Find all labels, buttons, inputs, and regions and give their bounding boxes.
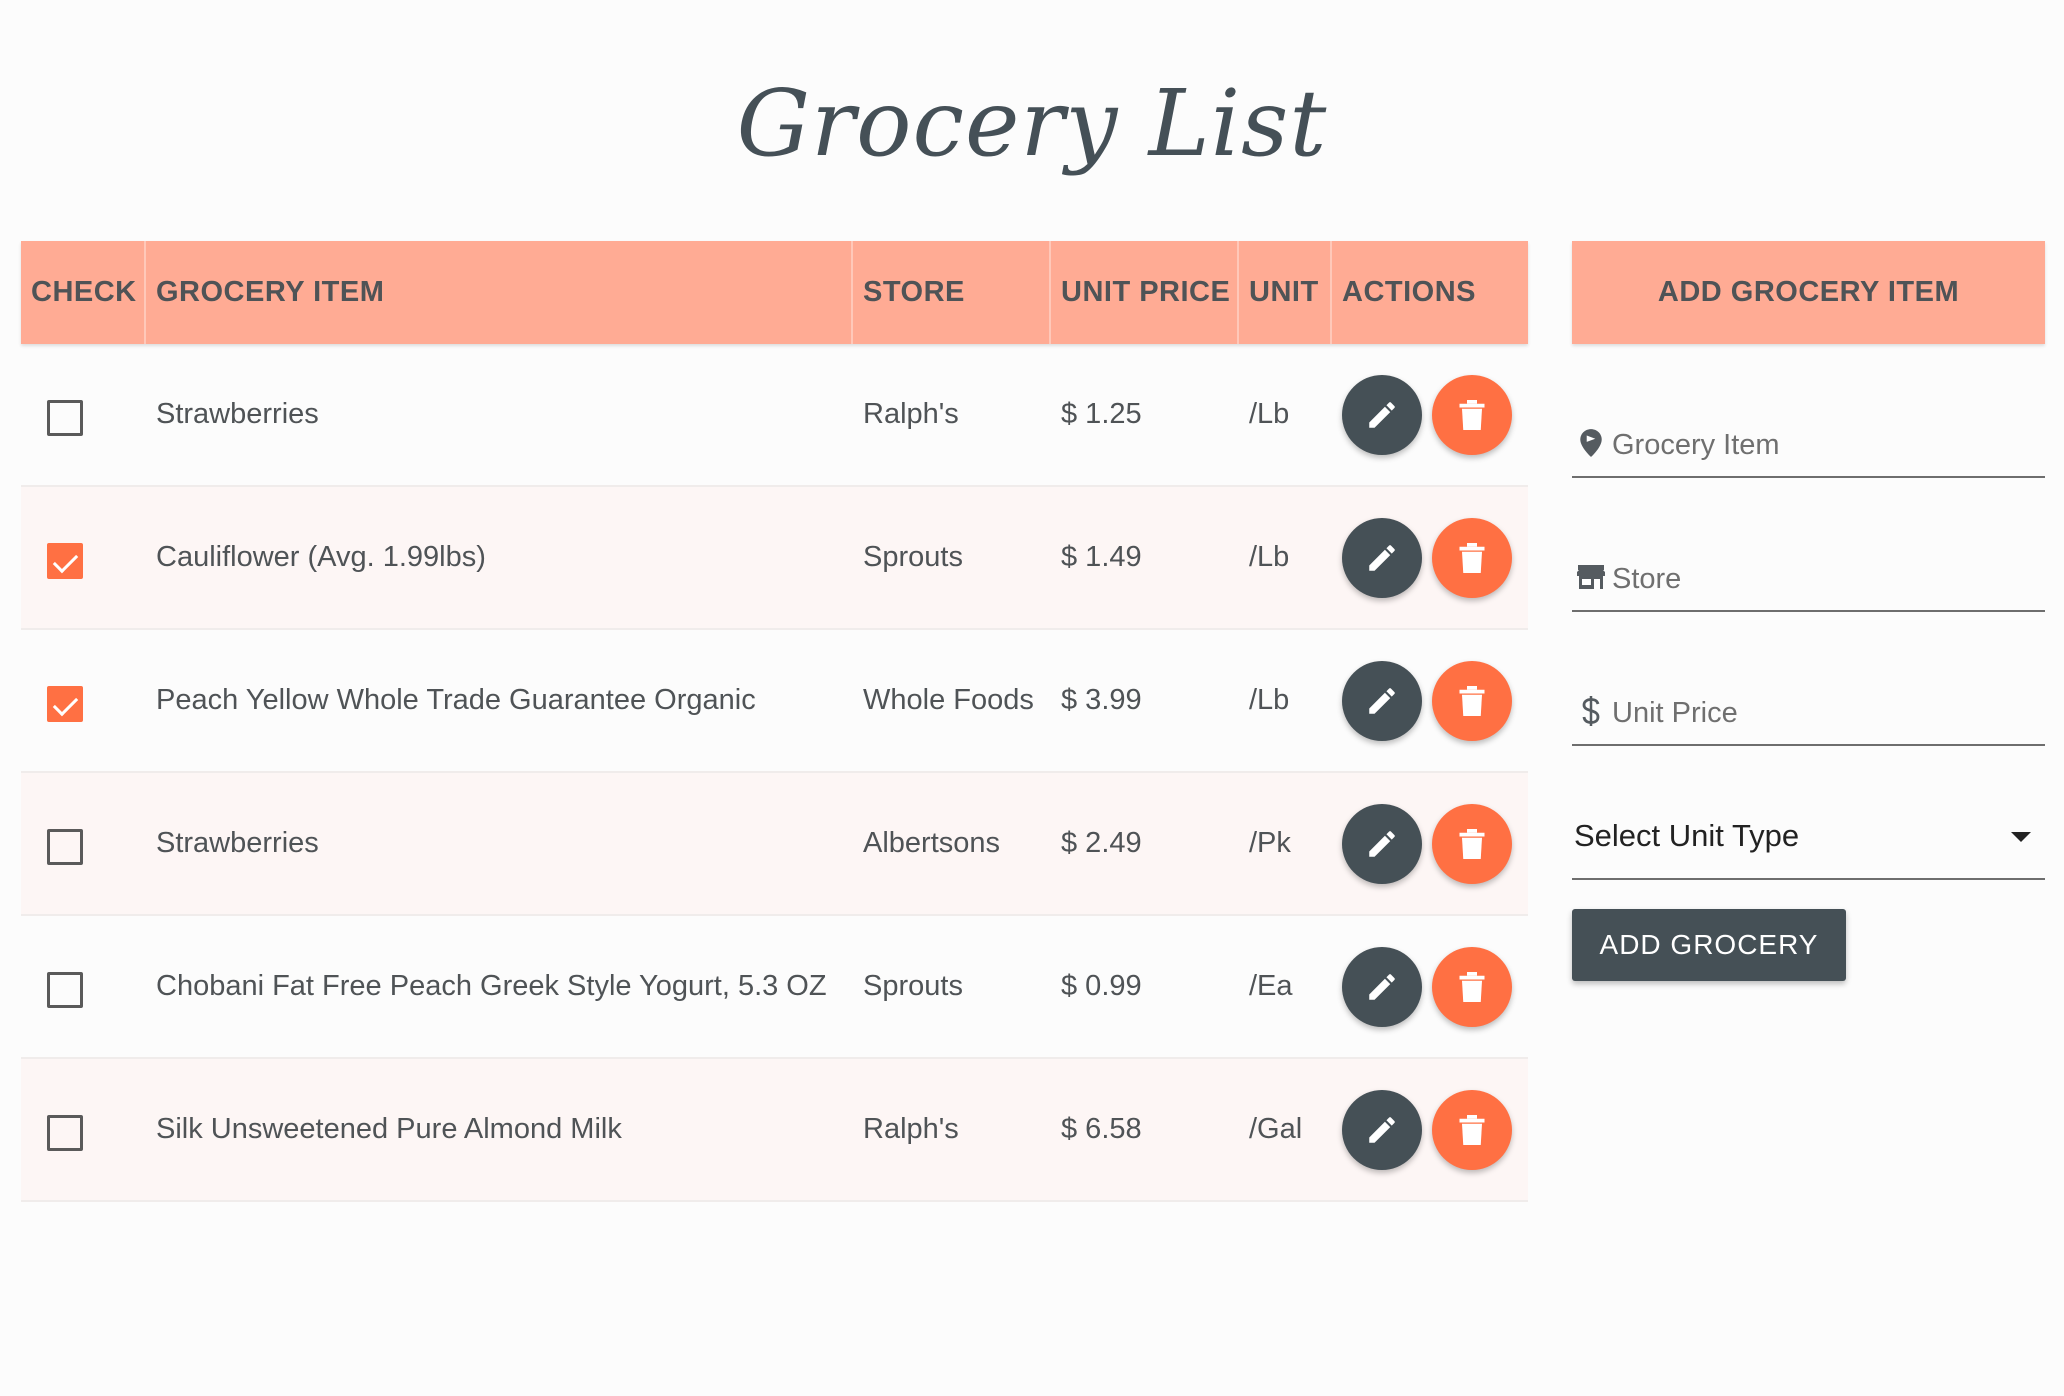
trash-icon xyxy=(1457,684,1487,718)
store-cell: Ralph's xyxy=(863,398,959,430)
unit-price-cell: $ 1.49 xyxy=(1061,541,1142,573)
dropdown-arrow-icon xyxy=(2011,832,2031,842)
grocery-item-cell: Peach Yellow Whole Trade Guarantee Organ… xyxy=(156,684,756,716)
unit-price-field xyxy=(1572,612,2045,746)
edit-button[interactable] xyxy=(1342,803,1422,884)
check-cell xyxy=(21,1059,146,1200)
delete-button[interactable] xyxy=(1432,1089,1512,1170)
pencil-icon xyxy=(1365,1113,1399,1147)
table-row: Strawberries Albertsons $ 2.49/Pk xyxy=(21,773,1528,916)
item-checkbox[interactable] xyxy=(47,828,83,865)
unit-cell: /Pk xyxy=(1249,827,1291,859)
store-cell: Albertsons xyxy=(863,827,1001,859)
trash-icon xyxy=(1457,970,1487,1004)
unit-cell: /Lb xyxy=(1249,684,1290,716)
edit-button[interactable] xyxy=(1342,946,1422,1027)
header-unit-price: UNIT PRICE xyxy=(1051,241,1239,344)
grocery-item-field xyxy=(1572,344,2045,478)
store-cell: Sprouts xyxy=(863,541,963,573)
grocery-item-input[interactable] xyxy=(1610,424,2034,466)
table-row: Strawberries Ralph's $ 1.25/Lb xyxy=(21,344,1528,487)
check-cell xyxy=(21,630,146,771)
table-row: Silk Unsweetened Pure Almond Milk Ralph's… xyxy=(21,1059,1528,1202)
page-title: Grocery List xyxy=(736,70,1328,177)
actions-cell xyxy=(1332,487,1528,628)
table-row: Peach Yellow Whole Trade Guarantee Organ… xyxy=(21,630,1528,773)
item-checkbox[interactable] xyxy=(47,685,83,722)
trash-icon xyxy=(1457,827,1487,861)
store-input[interactable] xyxy=(1610,558,2034,600)
item-checkbox[interactable] xyxy=(47,542,83,579)
item-checkbox[interactable] xyxy=(47,399,83,436)
store-cell: Whole Foods xyxy=(863,684,1034,716)
unit-price-input[interactable] xyxy=(1610,692,2034,734)
store-cell: Sprouts xyxy=(863,970,963,1002)
actions-cell xyxy=(1332,773,1528,914)
map-pin-icon xyxy=(1576,428,1606,458)
actions-cell xyxy=(1332,916,1528,1057)
header-store: STORE xyxy=(853,241,1051,344)
unit-cell: /Ea xyxy=(1249,970,1293,1002)
grocery-item-cell: Cauliflower (Avg. 1.99lbs) xyxy=(156,541,486,573)
header-check: CHECK xyxy=(21,241,146,344)
trash-icon xyxy=(1457,541,1487,575)
check-cell xyxy=(21,916,146,1057)
unit-price-cell: $ 0.99 xyxy=(1061,970,1142,1002)
pencil-icon xyxy=(1365,541,1399,575)
dollar-icon xyxy=(1576,696,1606,726)
grocery-item-cell: Chobani Fat Free Peach Greek Style Yogur… xyxy=(156,970,827,1002)
actions-cell xyxy=(1332,630,1528,771)
delete-button[interactable] xyxy=(1432,374,1512,455)
unit-price-cell: $ 1.25 xyxy=(1061,398,1142,430)
pencil-icon xyxy=(1365,398,1399,432)
store-cell: Ralph's xyxy=(863,1113,959,1145)
pencil-icon xyxy=(1365,970,1399,1004)
delete-button[interactable] xyxy=(1432,660,1512,741)
actions-cell xyxy=(1332,1059,1528,1200)
unit-price-cell: $ 3.99 xyxy=(1061,684,1142,716)
check-cell xyxy=(21,344,146,485)
table-row: Cauliflower (Avg. 1.99lbs) Sprouts $ 1.49 /… xyxy=(21,487,1528,630)
grocery-item-cell: Strawberries xyxy=(156,827,319,859)
header-grocery-item: GROCERY ITEM xyxy=(146,241,853,344)
trash-icon xyxy=(1457,1113,1487,1147)
trash-icon xyxy=(1457,398,1487,432)
grocery-item-cell: Silk Unsweetened Pure Almond Milk xyxy=(156,1113,622,1145)
add-grocery-button[interactable]: ADD GROCERY xyxy=(1572,909,1846,981)
unit-price-cell: $ 2.49 xyxy=(1061,827,1142,859)
store-field xyxy=(1572,478,2045,612)
item-checkbox[interactable] xyxy=(47,1114,83,1151)
unit-cell: /Lb xyxy=(1249,398,1290,430)
header-actions: ACTIONS xyxy=(1342,276,1476,308)
edit-button[interactable] xyxy=(1342,1089,1422,1170)
add-grocery-header: ADD GROCERY ITEM xyxy=(1572,241,2045,344)
pencil-icon xyxy=(1365,684,1399,718)
unit-cell: /Gal xyxy=(1249,1113,1303,1145)
add-grocery-panel: ADD GROCERY ITEM Grocery Item Store Unit… xyxy=(1572,241,2045,981)
table-body: Strawberries Ralph's $ 1.25/Lb Cauliflower … xyxy=(21,344,1528,1202)
unit-cell: /Lb xyxy=(1249,541,1290,573)
pencil-icon xyxy=(1365,827,1399,861)
unit-price-cell: $ 6.58 xyxy=(1061,1113,1142,1145)
edit-button[interactable] xyxy=(1342,660,1422,741)
table-header: CHECK GROCERY ITEM STORE UNIT PRICE UNIT… xyxy=(21,241,1528,344)
check-cell xyxy=(21,773,146,914)
store-icon xyxy=(1576,562,1606,592)
delete-button[interactable] xyxy=(1432,517,1512,598)
edit-button[interactable] xyxy=(1342,517,1422,598)
unit-type-value: Select Unit Type xyxy=(1574,818,1800,853)
grocery-table: CHECK GROCERY ITEM STORE UNIT PRICE UNIT… xyxy=(21,241,1528,1202)
delete-button[interactable] xyxy=(1432,946,1512,1027)
edit-button[interactable] xyxy=(1342,374,1422,455)
actions-cell xyxy=(1332,344,1528,485)
table-row: Chobani Fat Free Peach Greek Style Yogur… xyxy=(21,916,1528,1059)
unit-type-select[interactable]: Select Unit Type xyxy=(1572,746,2045,880)
item-checkbox[interactable] xyxy=(47,971,83,1008)
grocery-item-cell: Strawberries xyxy=(156,398,319,430)
check-cell xyxy=(21,487,146,628)
header-unit: UNIT xyxy=(1239,241,1332,344)
delete-button[interactable] xyxy=(1432,803,1512,884)
